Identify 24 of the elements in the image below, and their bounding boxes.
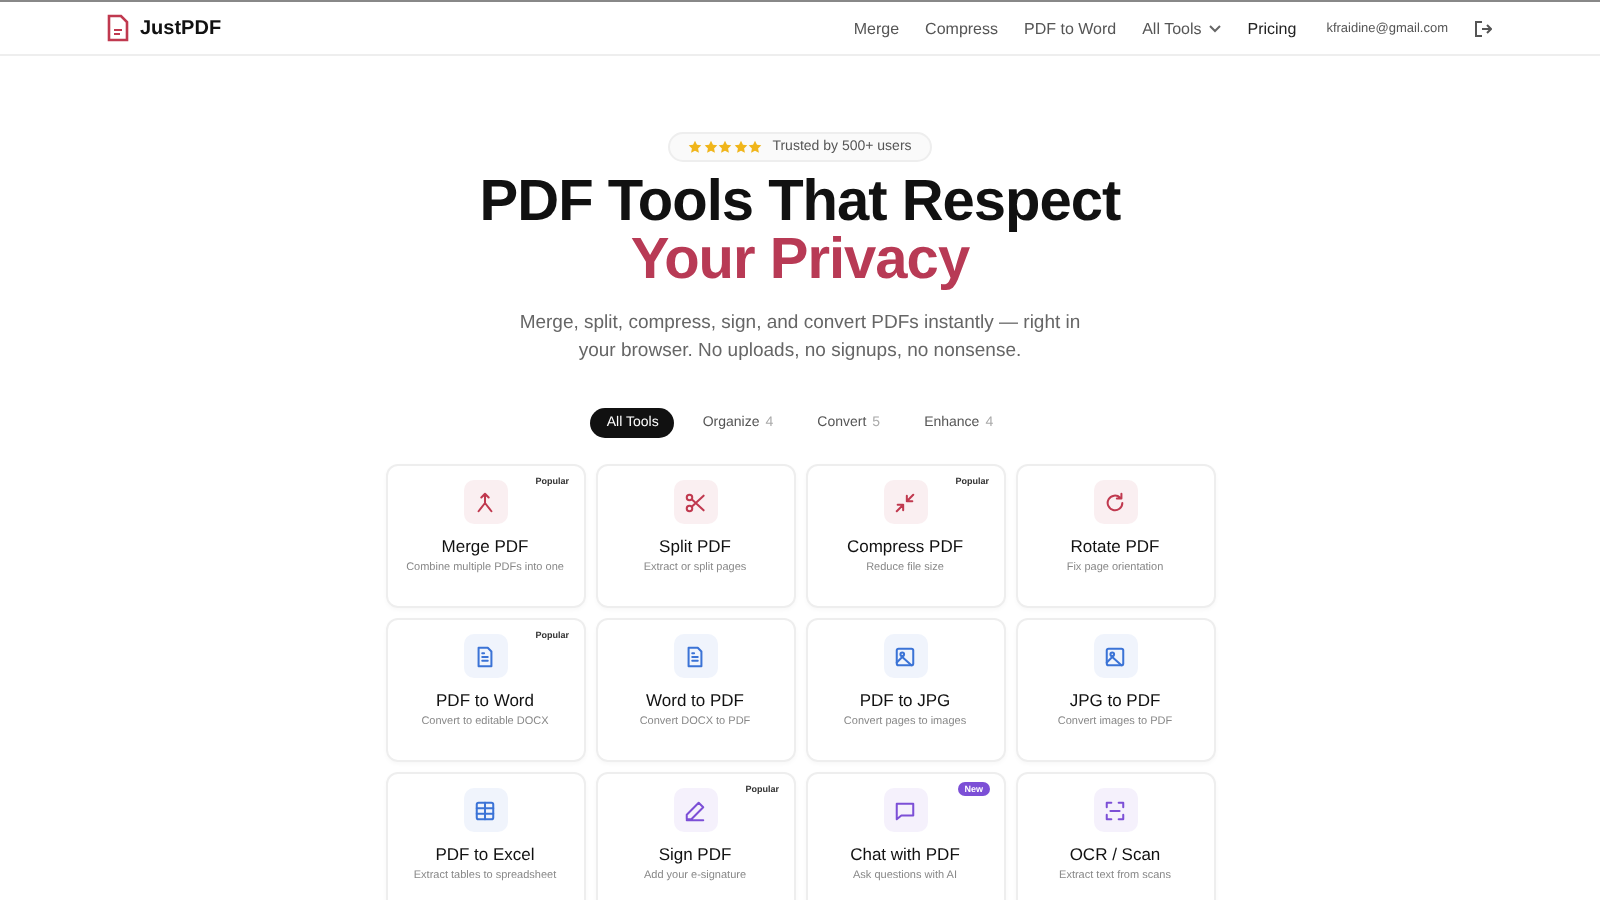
tool-title: Split PDF [659, 536, 731, 556]
tool-title: PDF to Word [436, 690, 534, 710]
tool-title: Merge PDF [441, 536, 529, 556]
nav-link[interactable]: Compress [925, 19, 998, 37]
nav-dropdown[interactable]: All Tools [1142, 19, 1222, 37]
nav-link[interactable]: PDF to Word [1024, 19, 1117, 37]
tool-title: PDF to JPG [859, 690, 951, 710]
nav-link[interactable]: Pricing [1247, 19, 1297, 37]
logout-icon[interactable] [1474, 19, 1492, 37]
tool-title: Word to PDF [646, 690, 744, 710]
tool-title: PDF to Excel [435, 844, 535, 864]
nav-link[interactable]: Merge [853, 19, 900, 37]
hero-title: PDF Tools That Respect [479, 174, 1121, 232]
tool-title: Rotate PDF [1070, 536, 1160, 556]
tool-title: JPG to PDF [1069, 690, 1161, 710]
tool-title: OCR / Scan [1069, 844, 1161, 864]
document-icon [106, 14, 130, 42]
tool-title: Chat with PDF [850, 844, 960, 864]
logo-text[interactable]: JustPDF [140, 17, 222, 39]
tool-title: Sign PDF [658, 844, 732, 864]
hero-title-accent: Your Privacy [630, 232, 970, 290]
chevron-icon [1207, 23, 1222, 33]
hero-subtitle: Merge, split, compress, sign, and convert PDFs instantly — right in your browser. No uploads, no signups, no nonsense. [517, 310, 1083, 364]
tool-title: Compress PDF [846, 536, 964, 556]
